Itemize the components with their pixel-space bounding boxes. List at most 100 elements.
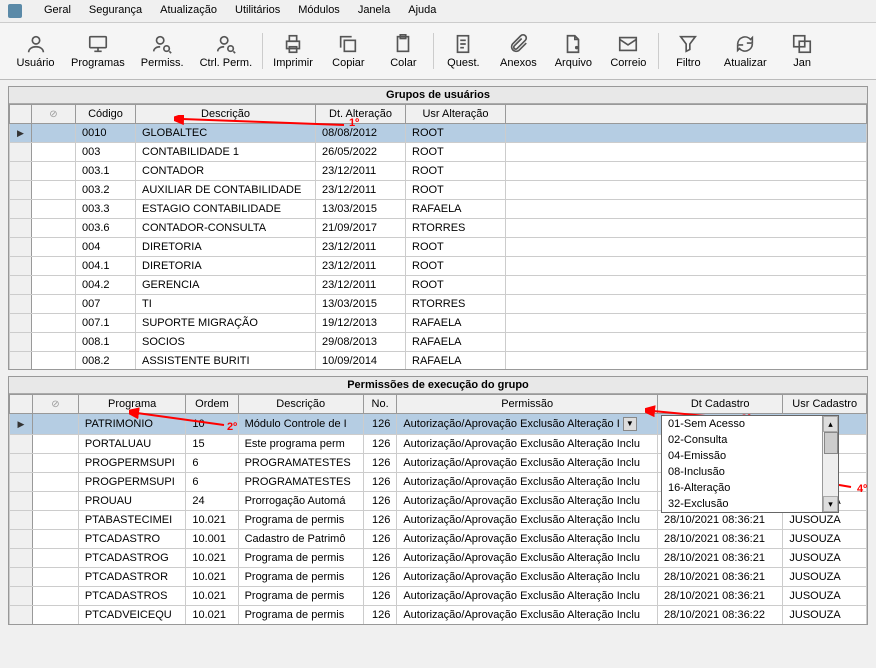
cell-no[interactable]: 126 [363,606,396,625]
cell-programa[interactable]: PORTALUAU [78,435,185,454]
cell-descricao[interactable]: PROGRAMATESTES [238,454,363,473]
row-header[interactable] [10,295,32,314]
permiss-button[interactable]: Permiss. [133,29,192,73]
ctrl-perm-button[interactable]: Ctrl. Perm. [192,29,261,73]
cell-usr[interactable]: RAFAELA [406,200,506,219]
col-link[interactable] [32,395,78,414]
table-row[interactable]: 007.1SUPORTE MIGRAÇÃO19/12/2013RAFAELA [10,314,867,333]
dropdown-scrollbar[interactable]: ▴ ▾ [822,416,838,512]
row-header[interactable] [10,219,32,238]
cell-permissao[interactable]: Autorização/Aprovação Exclusão Alteração… [397,454,658,473]
cell-programa[interactable]: PTCADASTROG [78,549,185,568]
cell-programa[interactable]: PROUAU [78,492,185,511]
cell-permissao[interactable]: Autorização/Aprovação Exclusão Alteração… [397,568,658,587]
perms-grid-wrap[interactable]: Programa Ordem Descrição No. Permissão D… [9,394,867,624]
cell-dt[interactable]: 23/12/2011 [316,162,406,181]
cell-permissao[interactable]: Autorização/Aprovação Exclusão Alteração… [397,414,658,435]
cell-permissao[interactable]: Autorização/Aprovação Exclusão Alteração… [397,435,658,454]
cell-dt[interactable]: 26/05/2022 [316,143,406,162]
cell-no[interactable]: 126 [363,473,396,492]
cell-ordem[interactable]: 10.021 [186,511,238,530]
row-header-col[interactable] [10,105,32,124]
row-header[interactable] [10,530,33,549]
cell-codigo[interactable]: 003.6 [76,219,136,238]
dropdown-option[interactable]: 32-Exclusão [662,496,838,512]
cell-ordem[interactable]: 10.021 [186,587,238,606]
table-row[interactable]: 008.2ASSISTENTE BURITI10/09/2014RAFAELA [10,352,867,370]
table-row[interactable]: PTABASTECIMEI10.021Programa de permis126… [10,511,867,530]
cell-usr[interactable]: RTORRES [406,219,506,238]
cell-usr[interactable]: ROOT [406,276,506,295]
cell-dt[interactable]: 21/09/2017 [316,219,406,238]
cell-programa[interactable]: PTCADASTROR [78,568,185,587]
cell-descricao[interactable]: CONTADOR [136,162,316,181]
row-header[interactable] [10,352,32,370]
row-header[interactable] [10,473,33,492]
cell-permissao[interactable]: Autorização/Aprovação Exclusão Alteração… [397,492,658,511]
cell-codigo[interactable]: 004 [76,238,136,257]
cell-permissao[interactable]: Autorização/Aprovação Exclusão Alteração… [397,549,658,568]
row-header[interactable] [10,568,33,587]
row-header[interactable] [10,257,32,276]
cell-descricao[interactable]: AUXILIAR DE CONTABILIDADE [136,181,316,200]
cell-descricao[interactable]: DIRETORIA [136,257,316,276]
cell-codigo[interactable]: 003.2 [76,181,136,200]
cell-no[interactable]: 126 [363,568,396,587]
table-row[interactable]: 003CONTABILIDADE 126/05/2022ROOT [10,143,867,162]
cell-dt[interactable]: 10/09/2014 [316,352,406,370]
row-header[interactable] [10,162,32,181]
cell-usr-cadastro[interactable]: JUSOUZA [783,568,867,587]
col-descricao[interactable]: Descrição [136,105,316,124]
filtro-button[interactable]: Filtro [661,29,716,73]
table-row[interactable]: 004.1DIRETORIA23/12/2011ROOT [10,257,867,276]
cell-codigo[interactable]: 003.1 [76,162,136,181]
cell-usr[interactable]: ROOT [406,181,506,200]
table-row[interactable]: PTCADASTROR10.021Programa de permis126Au… [10,568,867,587]
cell-codigo[interactable]: 008.1 [76,333,136,352]
cell-dt[interactable]: 29/08/2013 [316,333,406,352]
cell-dt[interactable]: 13/03/2015 [316,200,406,219]
cell-programa[interactable]: PTCADASTRO [78,530,185,549]
dropdown-option[interactable]: 08-Inclusão [662,464,838,480]
cell-descricao[interactable]: TI [136,295,316,314]
cell-dt-cadastro[interactable]: 28/10/2021 08:36:21 [658,549,783,568]
cell-programa[interactable]: PROGPERMSUPI [78,473,185,492]
cell-dt[interactable]: 23/12/2011 [316,276,406,295]
cell-ordem[interactable]: 15 [186,435,238,454]
cell-usr-cadastro[interactable]: JUSOUZA [783,587,867,606]
cell-dt[interactable]: 23/12/2011 [316,181,406,200]
table-row[interactable]: PTCADASTRO10.001Cadastro de Patrimô126Au… [10,530,867,549]
cell-no[interactable]: 126 [363,587,396,606]
cell-permissao[interactable]: Autorização/Aprovação Exclusão Alteração… [397,530,658,549]
cell-ordem[interactable]: 6 [186,473,238,492]
row-header[interactable] [10,414,33,435]
cell-programa[interactable]: PTCADVEICEQU [78,606,185,625]
cell-permissao[interactable]: Autorização/Aprovação Exclusão Alteração… [397,473,658,492]
row-header[interactable] [10,181,32,200]
row-header-col[interactable] [10,395,33,414]
cell-usr[interactable]: RAFAELA [406,314,506,333]
cell-descricao[interactable]: Este programa perm [238,435,363,454]
cell-usr[interactable]: ROOT [406,162,506,181]
table-row[interactable]: 004DIRETORIA23/12/2011ROOT [10,238,867,257]
scroll-down[interactable]: ▾ [823,496,838,512]
row-header[interactable] [10,492,33,511]
menu-modulos[interactable]: Módulos [298,4,340,18]
row-header[interactable] [10,435,33,454]
arquivo-button[interactable]: Arquivo [546,29,601,73]
menu-seguranca[interactable]: Segurança [89,4,142,18]
col-link[interactable] [32,105,76,124]
janelas-button[interactable]: Jan [775,29,830,73]
table-row[interactable]: PTCADASTROG10.021Programa de permis126Au… [10,549,867,568]
col-codigo[interactable]: Código [76,105,136,124]
cell-usr[interactable]: ROOT [406,124,506,143]
col-usr-alteracao[interactable]: Usr Alteração [406,105,506,124]
table-row[interactable]: 003.2AUXILIAR DE CONTABILIDADE23/12/2011… [10,181,867,200]
table-row[interactable]: 003.1CONTADOR23/12/2011ROOT [10,162,867,181]
cell-no[interactable]: 126 [363,492,396,511]
atualizar-button[interactable]: Atualizar [716,29,775,73]
cell-descricao[interactable]: CONTABILIDADE 1 [136,143,316,162]
cell-usr-cadastro[interactable]: JUSOUZA [783,511,867,530]
usuario-button[interactable]: Usuário [8,29,63,73]
cell-ordem[interactable]: 6 [186,454,238,473]
